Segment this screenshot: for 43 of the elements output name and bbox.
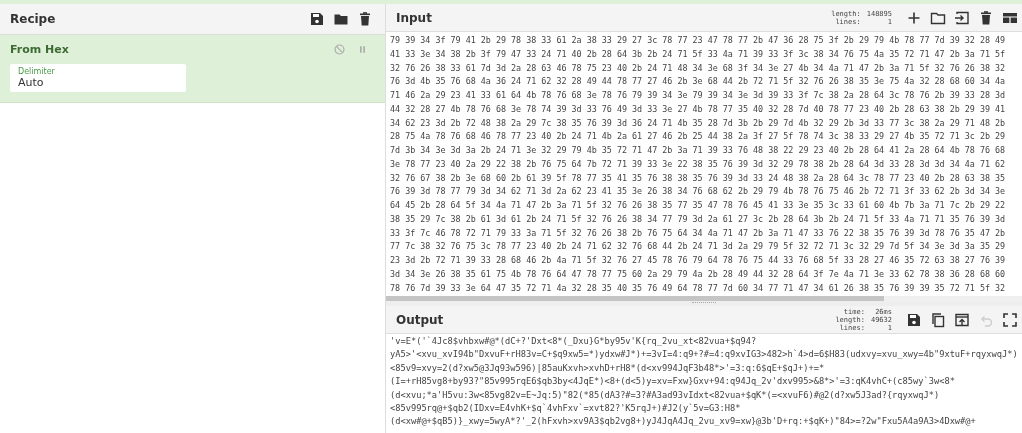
hex-text-line: 3e 78 77 23 40 2a 29 22 38 2b 76 75 64 7b 72 71 39 33 3e 22 38 35 76 39 3d 32 29 78 38 2b 28 64 3d 33 28 3d 3d 34 4a 71 62 <box>390 157 1007 171</box>
hex-text-line: 32 76 67 38 2b 3e 68 60 2b 61 39 5f 78 77 35 41 35 76 38 38 35 76 39 3d 33 24 48 38 2a 28 64 3c 78 77 23 40 2b 28 63 38 35 <box>390 171 1007 185</box>
output-text-line: <85v995rq@+$qb2(IDxv=E4vhK+$q`4vhFxv`=xvt82?'K5rqJ+)#J2(y`5v=G3:H8* <box>390 402 742 416</box>
resize-handle[interactable] <box>692 302 716 305</box>
hex-text-line: 78 76 7d 39 33 3e 64 47 35 72 71 4a 32 28 35 40 35 76 49 64 78 77 7d 60 34 77 71 47 34 61 26 38 35 76 39 39 35 72 71 5f 32 <box>390 281 1007 295</box>
hex-text-line: 28 75 4a 78 76 68 46 78 77 23 40 2b 24 71 4b 2a 61 27 46 2b 25 44 38 2a 3f 27 5f 78 74 3c 38 33 29 27 4b 35 72 71 3c 2b 29 <box>390 130 1007 144</box>
fullscreen-icon[interactable] <box>1002 311 1018 328</box>
field-label: Delimiter <box>18 67 56 76</box>
import-icon[interactable] <box>954 9 970 26</box>
delimiter-field[interactable]: Delimiter Auto <box>10 64 186 92</box>
copy-icon[interactable] <box>930 311 946 328</box>
hex-text-line: 23 3d 2b 72 71 39 33 28 68 46 2b 4a 71 5f 32 76 27 45 78 76 79 64 78 76 75 44 33 76 68 5f 33 28 27 46 35 72 63 38 27 76 39 <box>390 254 1007 267</box>
hex-text-line: 44 32 28 27 4b 78 76 68 3e 78 74 39 3d 33 76 49 3d 33 3e 27 4b 78 77 35 40 32 28 7d 40 78 77 23 40 2b 28 63 38 2b 29 39 41 <box>390 102 1007 116</box>
hex-text-line: 34 62 23 3d 2b 72 48 38 2a 29 7c 38 35 76 39 3d 36 24 71 4b 35 28 7d 3b 2b 29 7d 4b 32 29 2b 3d 33 77 3c 38 2a 29 71 48 2b <box>390 116 1007 130</box>
hex-text-line: 3d 34 3e 26 38 35 61 75 4b 78 76 64 47 78 77 75 60 2a 29 79 4a 2b 28 49 44 32 28 64 3f 7e 4a 71 3e 33 62 78 38 36 28 68 60 <box>390 267 1007 281</box>
panel-title: Output <box>396 312 444 327</box>
save-icon[interactable] <box>906 311 922 328</box>
hex-text-line: 77 7c 38 32 76 75 3c 78 77 23 40 2b 24 71 62 32 76 68 44 2b 24 71 3d 2a 29 79 5f 32 72 71 3c 32 29 7d 5f 34 3e 3d 3a 35 29 <box>390 240 1007 254</box>
operation-name: From Hex <box>10 43 69 56</box>
output-text-line: (I=+rH85vg8+by93?"85v995rqE6$qb3by<4JqE*)<8+(d<5)y=xv=Fxw}Gxv+94:q94Jq_2v'dxv995>&8*>'=3:qK4vhC+(c85wy`3w<8* <box>390 375 956 389</box>
hex-text-line: 7d 3b 34 3e 3d 3a 2b 24 71 3e 32 29 79 4b 35 72 71 47 2b 3a 71 39 33 76 48 38 22 29 23 40 2b 28 64 41 2a 28 64 4b 78 76 68 <box>390 144 1007 157</box>
output-text-line: <85v9=xvy=2(d?xw5@3Jq93w596)|85auKxvh>xvhD+rH8*(d<xv994JqF3b48*>'=3:q:6$qE+$qJ+)+=* <box>390 361 826 375</box>
save-icon[interactable] <box>309 11 325 27</box>
open-window-icon[interactable] <box>954 311 970 328</box>
panel-title: Recipe <box>10 12 56 26</box>
hex-text-line: 64 45 2b 28 64 5f 34 4a 71 47 2b 3a 71 5f 32 76 26 38 35 77 35 47 78 76 45 41 33 3e 35 3c 33 61 60 4b 7b 3a 71 7c 2b 29 22 <box>390 199 1007 212</box>
hex-text-line: 79 39 34 3f 79 41 2b 29 78 38 33 61 2a 38 33 29 27 3c 78 77 23 47 78 77 2b 47 36 28 75 3f 2b 29 79 4b 78 77 7d 39 32 28 49 <box>390 34 1007 47</box>
hex-text-line: 76 39 3d 78 77 79 3d 34 62 71 3d 2a 62 23 41 35 3e 26 38 34 76 68 62 2b 29 79 4b 78 76 75 46 2b 72 71 3f 33 62 2b 3d 34 3e <box>390 185 1007 199</box>
output-text-line: yA5>'<xvu_xvI94b"DxvuF+rH83v=C+$q9xw5=*)ydxw#J*)+=3vI=4:q9+?#=4:q9xvIG3>482>h`4>d=6$H83(udxvy=xvu_xwy=4b"9xtuF+rqyxwqJ*) <box>390 348 1019 362</box>
output-text-line: (d<xw#@+$qB5)}_xwy=5wyA*?'_2(hFxvh>xv9A3$qb2vg8+)yJ4JqA4Jq_2vu_xv9=xw}@3b'D+rq:+$qK+)"84>=?2w"Fxu5A4a9A3>4Dxw#@+ <box>390 415 977 429</box>
trash-icon[interactable] <box>978 9 994 26</box>
hex-text-line: 71 46 2a 29 23 41 33 61 64 4b 78 76 68 3e 78 76 79 39 34 3e 79 39 34 3e 3d 39 33 3f 7c 38 2a 28 64 3c 78 76 2b 39 33 28 3d <box>390 89 1007 102</box>
output-text-line: 'v=E*('`4Jc8$vhbxw#@*(dC+?'Dxt<8*(_Dxu}G*by95v'K{rq_2vu_xt<82vua+$q94? <box>390 335 758 348</box>
trash-icon[interactable] <box>357 11 373 27</box>
hex-text-line: 33 3f 7c 46 78 72 71 79 33 3a 71 5f 32 76 26 38 2b 76 75 64 34 4a 71 47 2b 3a 71 47 33 76 22 38 35 76 39 3d 78 76 35 47 2b <box>390 226 1007 240</box>
hex-text-line: 32 76 26 38 33 61 7d 3d 2a 28 63 46 78 75 23 40 2b 24 71 48 34 3e 68 3f 34 3e 27 4b 34 4a 71 47 2b 3a 71 5f 32 76 26 38 32 <box>390 61 1007 75</box>
output-text-line: (d<xvu;*a'H5vu:3w<85vg82v=E~Jq:5)"82(*85(dA3?#=3?#A3ad93vIdxt<82vua+$qK*(=<xvuF6)#@2(d?xw5J3ad?{rqyxwqJ*) <box>390 388 941 402</box>
hex-text-line: 76 3d 4b 35 76 68 4a 36 24 71 62 32 28 49 44 78 77 27 46 2b 3e 68 44 2b 72 71 5f 32 76 26 38 35 3e 75 4a 32 28 68 60 34 4a <box>390 75 1007 89</box>
hex-text-line: 38 35 29 7c 38 2b 61 3d 61 2b 24 71 5f 32 76 26 38 34 77 79 3d 2a 61 27 3c 2b 28 64 3b 2b 24 71 5f 33 4a 71 71 35 76 39 3d <box>390 212 1007 226</box>
hex-text-line: 41 33 3e 34 38 2b 3f 79 47 33 24 71 40 2b 28 64 3b 2b 24 71 5f 33 4a 71 39 33 3f 3c 38 34 76 75 4a 35 72 71 47 2b 3a 71 5f <box>390 47 1007 61</box>
field-value: Auto <box>18 76 45 89</box>
panel-title: Input <box>396 10 432 25</box>
scrollbar-thumb[interactable] <box>386 296 884 301</box>
